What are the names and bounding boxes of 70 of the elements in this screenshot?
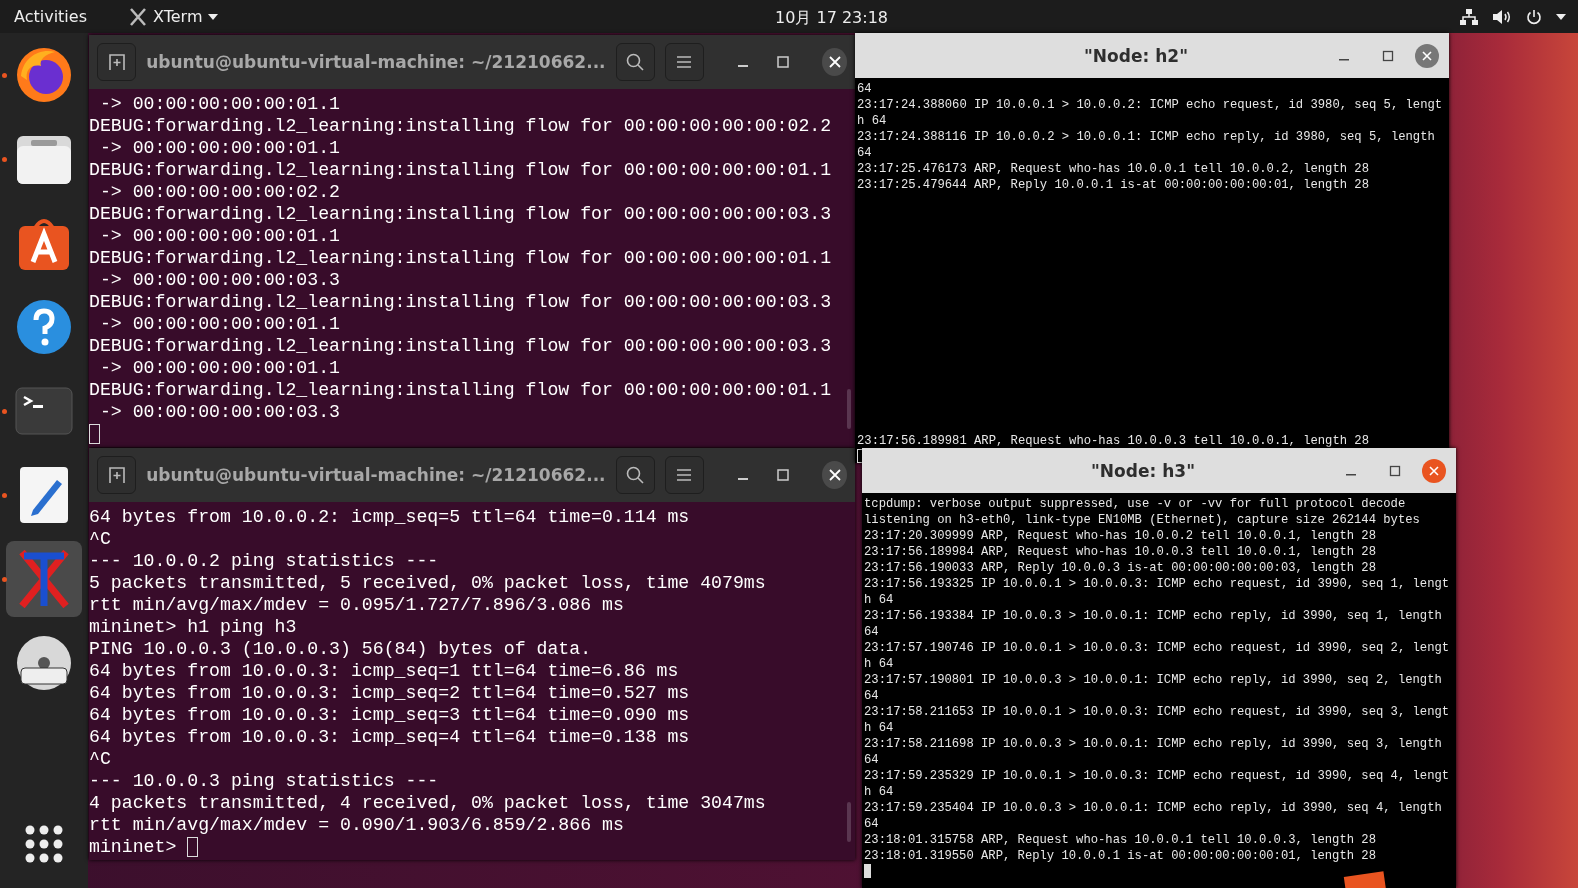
window-title: "Node: h3": [1090, 460, 1196, 481]
terminal-line: 64 bytes from 10.0.0.3: icmp_seq=2 ttl=64 time=0.527 ms: [89, 682, 690, 704]
clock[interactable]: 10月 17 23:18: [775, 8, 888, 29]
terminal-line: mininet> h1 ping h3: [89, 616, 297, 638]
terminal-line: -> 00:00:00:00:00:03.3: [98, 269, 341, 291]
terminal-line: DEBUG:forwarding.l2_learning:installing flow for 00:00:00:00:00:01.1: [89, 247, 832, 269]
terminal-line: -> 00:00:00:00:00:01.1: [98, 93, 341, 115]
terminal-line: tcpdump: verbose output suppressed, use -v or -vv for full protocol decode: [864, 496, 1406, 512]
terminal-line: 5 packets transmitted, 5 received, 0% packet loss, time 4079ms: [89, 572, 766, 594]
terminal-line: 64: [864, 624, 879, 640]
terminal-line: 64: [864, 688, 879, 704]
terminal-line: 4 packets transmitted, 4 received, 0% packet loss, time 3047ms: [89, 792, 766, 814]
terminal-line: -> 00:00:00:00:00:02.2: [98, 181, 341, 203]
terminal-line: 23:17:56.193325 IP 10.0.0.1 > 10.0.0.3: ICMP echo request, id 3990, seq 1, lengt: [864, 576, 1450, 592]
terminal-line: DEBUG:forwarding.l2_learning:installing flow for 00:00:00:00:00:03.3: [89, 203, 832, 225]
terminal-prompt: mininet>: [89, 837, 178, 857]
terminal-line: 64: [857, 145, 872, 161]
terminal-line: 64 bytes from 10.0.0.2: icmp_seq=5 ttl=64 time=0.114 ms: [89, 506, 690, 528]
terminal-line: 23:17:59.235329 IP 10.0.0.1 > 10.0.0.3: ICMP echo request, id 3990, seq 4, lengt: [864, 768, 1450, 784]
terminal-line: -> 00:00:00:00:00:01.1: [98, 137, 341, 159]
terminal-line: 64 bytes from 10.0.0.3: icmp_seq=4 ttl=64 time=0.138 ms: [89, 726, 690, 748]
terminal-line: 23:17:56.190033 ARP, Reply 10.0.0.3 is-at 00:00:00:00:00:03, length 28: [864, 560, 1376, 576]
terminal-line: -> 00:00:00:00:00:01.1: [98, 225, 341, 247]
terminal-line: DEBUG:forwarding.l2_learning:installing flow for 00:00:00:00:00:03.3: [89, 291, 832, 313]
terminal-line: PING 10.0.0.3 (10.0.0.3) 56(84) bytes of data.: [89, 638, 592, 660]
window-title: ubuntu@ubuntu-virtual-machine: ~/21210662...: [146, 52, 606, 72]
terminal-line: 23:18:01.319550 ARP, Reply 10.0.0.1 is-at 00:00:00:00:00:01, length 28: [864, 848, 1376, 864]
terminal-line: -> 00:00:00:00:00:03.3: [98, 401, 341, 423]
terminal-line: 23:17:20.309999 ARP, Request who-has 10.0.0.2 tell 10.0.0.1, length 28: [864, 528, 1376, 544]
window-title: "Node: h2": [1083, 45, 1189, 66]
terminal-line: 64: [864, 752, 879, 768]
terminal-line: DEBUG:forwarding.l2_learning:installing flow for 00:00:00:00:00:01.1: [89, 159, 832, 181]
terminal-line: DEBUG:forwarding.l2_learning:installing flow for 00:00:00:00:00:03.3: [89, 335, 832, 357]
terminal-line: 23:17:24.388116 IP 10.0.0.2 > 10.0.0.1: ICMP echo reply, id 3980, seq 5, length: [857, 129, 1435, 145]
terminal-line: 23:17:25.476173 ARP, Request who-has 10.0.0.1 tell 10.0.0.2, length 28: [857, 161, 1369, 177]
terminal-line: 23:17:25.479644 ARP, Reply 10.0.0.1 is-at 00:00:00:00:00:01, length 28: [857, 177, 1369, 193]
app-menu[interactable]: XTerm: [129, 7, 219, 26]
terminal-line: h 64: [864, 592, 894, 608]
window-title: ubuntu@ubuntu-virtual-machine: ~/21210662...: [146, 465, 606, 485]
terminal-line: --- 10.0.0.2 ping statistics ---: [89, 550, 439, 572]
terminal-line: -> 00:00:00:00:00:01.1: [98, 313, 341, 335]
terminal-line: listening on h3-eth0, link-type EN10MB (Ethernet), capture size 262144 bytes: [864, 512, 1420, 528]
terminal-line: h 64: [857, 113, 887, 129]
terminal-line: 23:18:01.315758 ARP, Request who-has 10.0.0.1 tell 10.0.0.3, length 28: [864, 832, 1376, 848]
activities-button[interactable]: Activities: [0, 7, 101, 26]
terminal-line: 23:17:56.193384 IP 10.0.0.3 > 10.0.0.1: ICMP echo reply, id 3990, seq 1, length: [864, 608, 1442, 624]
terminal-line: h 64: [864, 784, 894, 800]
terminal-line: h 64: [864, 720, 894, 736]
terminal-line: 64 bytes from 10.0.0.3: icmp_seq=1 ttl=64 time=6.86 ms: [89, 660, 679, 682]
terminal-line: ^C: [89, 748, 111, 770]
terminal-line: rtt min/avg/max/mdev = 0.090/1.903/6.859/2.866 ms: [89, 814, 624, 836]
terminal-line: 23:17:58.211698 IP 10.0.0.3 > 10.0.0.1: ICMP echo reply, id 3990, seq 3, length: [864, 736, 1442, 752]
terminal-line: 23:17:56.189981 ARP, Request who-has 10.0.0.3 tell 10.0.0.1, length 28: [857, 433, 1369, 449]
terminal-line: DEBUG:forwarding.l2_learning:installing flow for 00:00:00:00:00:01.1: [89, 379, 832, 401]
terminal-line: rtt min/avg/max/mdev = 0.095/1.727/7.896/3.086 ms: [89, 594, 624, 616]
app-name: XTerm: [153, 7, 203, 26]
terminal-line: ^C: [89, 528, 111, 550]
terminal-line: 23:17:24.388060 IP 10.0.0.1 > 10.0.0.2: ICMP echo request, id 3980, seq 5, lengt: [857, 97, 1443, 113]
terminal-line: 64: [857, 81, 872, 97]
terminal-line: -> 00:00:00:00:00:01.1: [98, 357, 341, 379]
terminal-line: 23:17:59.235404 IP 10.0.0.3 > 10.0.0.1: ICMP echo reply, id 3990, seq 4, length: [864, 800, 1442, 816]
terminal-line: 64: [864, 816, 879, 832]
terminal-line: 23:17:57.190746 IP 10.0.0.1 > 10.0.0.3: ICMP echo request, id 3990, seq 2, lengt: [864, 640, 1450, 656]
terminal-line: --- 10.0.0.3 ping statistics ---: [89, 770, 439, 792]
terminal-line: DEBUG:forwarding.l2_learning:installing flow for 00:00:00:00:00:02.2: [89, 115, 832, 137]
terminal-line: h 64: [864, 656, 894, 672]
terminal-line: 64 bytes from 10.0.0.3: icmp_seq=3 ttl=64 time=0.090 ms: [89, 704, 690, 726]
terminal-line: 23:17:57.190801 IP 10.0.0.3 > 10.0.0.1: ICMP echo reply, id 3990, seq 2, length: [864, 672, 1442, 688]
terminal-line: 23:17:58.211653 IP 10.0.0.1 > 10.0.0.3: ICMP echo request, id 3990, seq 3, lengt: [864, 704, 1450, 720]
terminal-line: 23:17:56.189984 ARP, Request who-has 10.0.0.3 tell 10.0.0.1, length 28: [864, 544, 1376, 560]
